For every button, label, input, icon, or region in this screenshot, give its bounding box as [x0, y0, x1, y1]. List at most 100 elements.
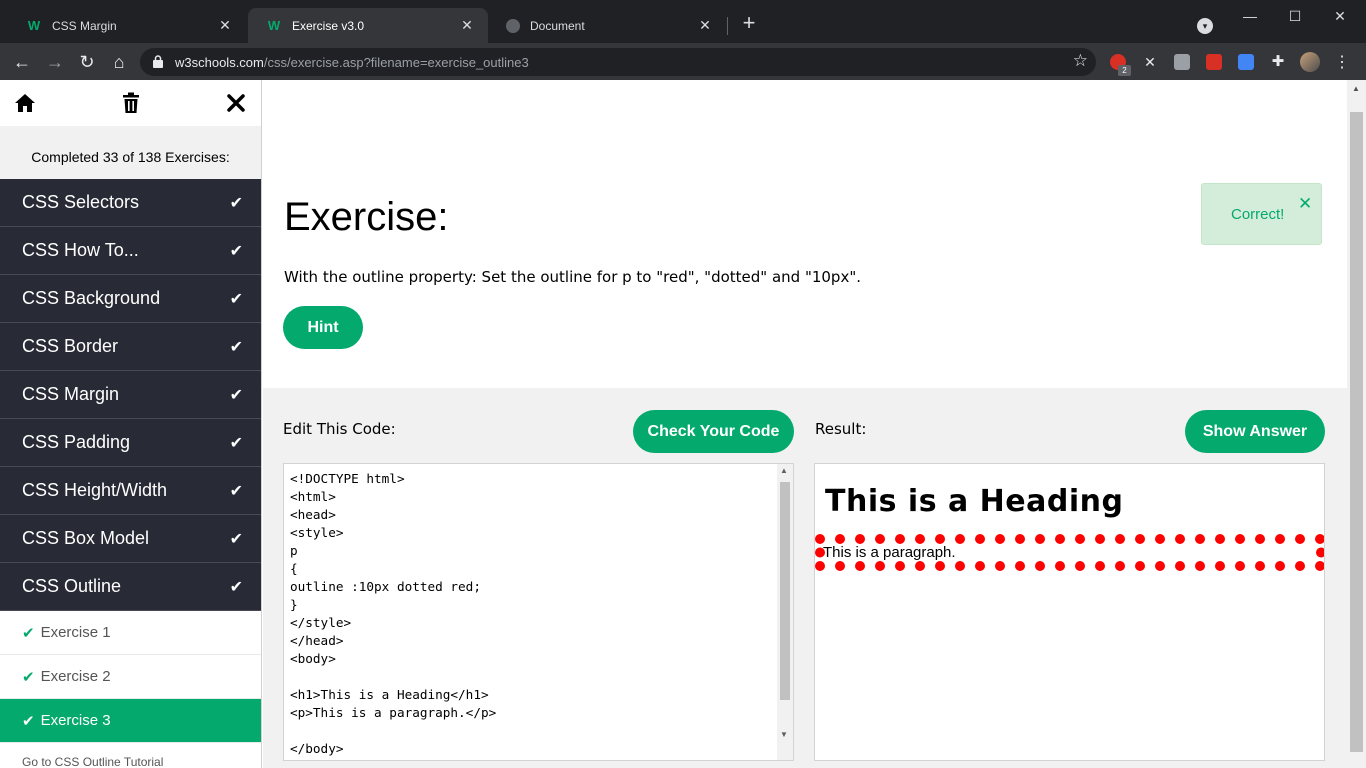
tab-title: Exercise v3.0: [292, 18, 365, 33]
scrollbar-thumb[interactable]: [1350, 112, 1363, 752]
globe-icon: [506, 18, 520, 33]
home-icon[interactable]: ⌂: [107, 50, 131, 74]
scroll-down-icon[interactable]: ▼: [780, 730, 788, 739]
trash-icon[interactable]: [118, 90, 144, 116]
outline-dot: [995, 561, 1005, 571]
chapter-label: CSS Selectors: [22, 192, 140, 212]
chapter-css-height-width[interactable]: CSS Height/Width ✔: [0, 467, 261, 515]
chapter-label: CSS Box Model: [22, 528, 150, 548]
outline-dot: [995, 534, 1005, 544]
outline-dot: [815, 534, 825, 544]
check-icon: ✔: [229, 194, 243, 212]
close-icon[interactable]: ✕: [1298, 194, 1312, 214]
outline-dot: [1135, 534, 1145, 544]
outline-dot: [1115, 561, 1125, 571]
outline-dot: [875, 534, 885, 544]
extension-badge: 2: [1118, 65, 1131, 76]
profile-avatar[interactable]: [1300, 52, 1320, 72]
exercise-label: Exercise 1: [40, 624, 111, 641]
extension-icon[interactable]: [1174, 54, 1190, 70]
tab-search-icon[interactable]: ▾: [1197, 18, 1213, 34]
outline-dot: [1115, 534, 1125, 544]
outline-dot: [935, 534, 945, 544]
mute-extension-icon[interactable]: ✕: [1142, 54, 1158, 70]
forward-icon[interactable]: →: [43, 50, 67, 74]
code-text[interactable]: <!DOCTYPE html> <html> <head> <style> p …: [290, 470, 496, 758]
exercise-item-3[interactable]: ✔ Exercise 3: [0, 699, 261, 743]
outline-dot: [1175, 561, 1185, 571]
chapter-css-background[interactable]: CSS Background ✔: [0, 275, 261, 323]
translate-extension-icon[interactable]: [1238, 54, 1254, 70]
page-scrollbar[interactable]: ▲: [1347, 80, 1366, 768]
code-workarea: Edit This Code: Check Your Code Result: …: [263, 388, 1347, 768]
scrollbar-thumb[interactable]: [780, 482, 790, 700]
w3schools-favicon-icon: W: [267, 18, 281, 33]
tab-document[interactable]: Document ✕: [488, 8, 726, 43]
back-icon[interactable]: ←: [10, 50, 34, 74]
outline-dot: [835, 561, 845, 571]
chapter-css-box-model[interactable]: CSS Box Model ✔: [0, 515, 261, 563]
extensions-puzzle-icon[interactable]: ✚: [1270, 54, 1286, 70]
chapter-css-outline[interactable]: CSS Outline ✔: [0, 563, 261, 611]
chapter-label: CSS Padding: [22, 432, 131, 452]
dotted-outline: This is a paragraph.: [815, 534, 1324, 571]
result-frame: This is a Heading This is a paragraph.: [814, 463, 1325, 761]
edit-code-label: Edit This Code:: [283, 420, 396, 438]
chapter-css-selectors[interactable]: CSS Selectors ✔: [0, 179, 261, 227]
exercise-item-2[interactable]: ✔ Exercise 2: [0, 655, 261, 699]
tab-exercise[interactable]: W Exercise v3.0 ✕: [248, 8, 488, 43]
browser-menu-icon[interactable]: ⋮: [1334, 52, 1350, 72]
hint-button[interactable]: Hint: [283, 306, 363, 349]
tab-close-icon[interactable]: ✕: [216, 17, 234, 35]
check-icon: ✔: [22, 668, 35, 686]
bookmark-star-icon[interactable]: ☆: [1073, 51, 1088, 71]
chapter-css-border[interactable]: CSS Border ✔: [0, 323, 261, 371]
outline-dot: [1295, 561, 1305, 571]
outline-dot: [1255, 561, 1265, 571]
tab-css-margin[interactable]: W CSS Margin ✕: [8, 8, 246, 43]
video-extension-icon[interactable]: [1206, 54, 1222, 70]
page-title: Exercise:: [284, 195, 449, 239]
scroll-up-icon[interactable]: ▲: [1352, 84, 1360, 93]
exercise-label: Exercise 2: [40, 668, 111, 685]
exercise-main: Exercise: With the outline property: Set…: [263, 80, 1347, 768]
outline-dot: [1095, 534, 1105, 544]
address-bar[interactable]: w3schools.com/css/exercise.asp?filename=…: [140, 48, 1096, 76]
outline-dot: [1315, 561, 1324, 571]
reload-icon[interactable]: ↻: [75, 50, 99, 74]
home-icon[interactable]: [12, 90, 38, 116]
outline-dot: [1316, 547, 1324, 558]
outline-dot: [1015, 561, 1025, 571]
url-path: /css/exercise.asp?filename=exercise_outl…: [263, 55, 529, 70]
window-close-icon[interactable]: ✕: [1320, 5, 1360, 27]
exercise-item-1[interactable]: ✔ Exercise 1: [0, 611, 261, 655]
chapter-css-margin[interactable]: CSS Margin ✔: [0, 371, 261, 419]
chapter-css-padding[interactable]: CSS Padding ✔: [0, 419, 261, 467]
code-editor[interactable]: <!DOCTYPE html> <html> <head> <style> p …: [283, 463, 794, 761]
tab-close-icon[interactable]: ✕: [696, 17, 714, 35]
tab-title: CSS Margin: [52, 18, 117, 33]
chapter-css-how-to[interactable]: CSS How To... ✔: [0, 227, 261, 275]
tab-close-icon[interactable]: ✕: [458, 17, 476, 35]
close-icon[interactable]: [223, 90, 249, 116]
new-tab-icon[interactable]: +: [738, 12, 760, 35]
show-answer-button[interactable]: Show Answer: [1185, 410, 1325, 453]
check-icon: ✔: [229, 290, 243, 308]
outline-dot: [875, 561, 885, 571]
browser-tabbar: W CSS Margin ✕ W Exercise v3.0 ✕ Documen…: [0, 0, 1366, 43]
chapter-label: CSS Margin: [22, 384, 120, 404]
check-code-button[interactable]: Check Your Code: [633, 410, 794, 453]
toast-message: Correct!: [1231, 206, 1285, 223]
outline-dot: [1095, 561, 1105, 571]
scroll-up-icon[interactable]: ▲: [780, 466, 788, 475]
result-heading: This is a Heading: [825, 484, 1124, 519]
url-text: w3schools.com/css/exercise.asp?filename=…: [175, 55, 529, 70]
tutorial-link[interactable]: Go to CSS Outline Tutorial: [0, 743, 261, 768]
editor-scrollbar[interactable]: ▲ ▼: [777, 464, 793, 760]
exercise-label: Exercise 3: [40, 712, 111, 729]
maximize-icon[interactable]: ☐: [1275, 5, 1315, 27]
minimize-icon[interactable]: —: [1230, 5, 1270, 27]
outline-dot: [915, 534, 925, 544]
outline-dot: [815, 561, 825, 571]
check-icon: ✔: [22, 624, 35, 642]
